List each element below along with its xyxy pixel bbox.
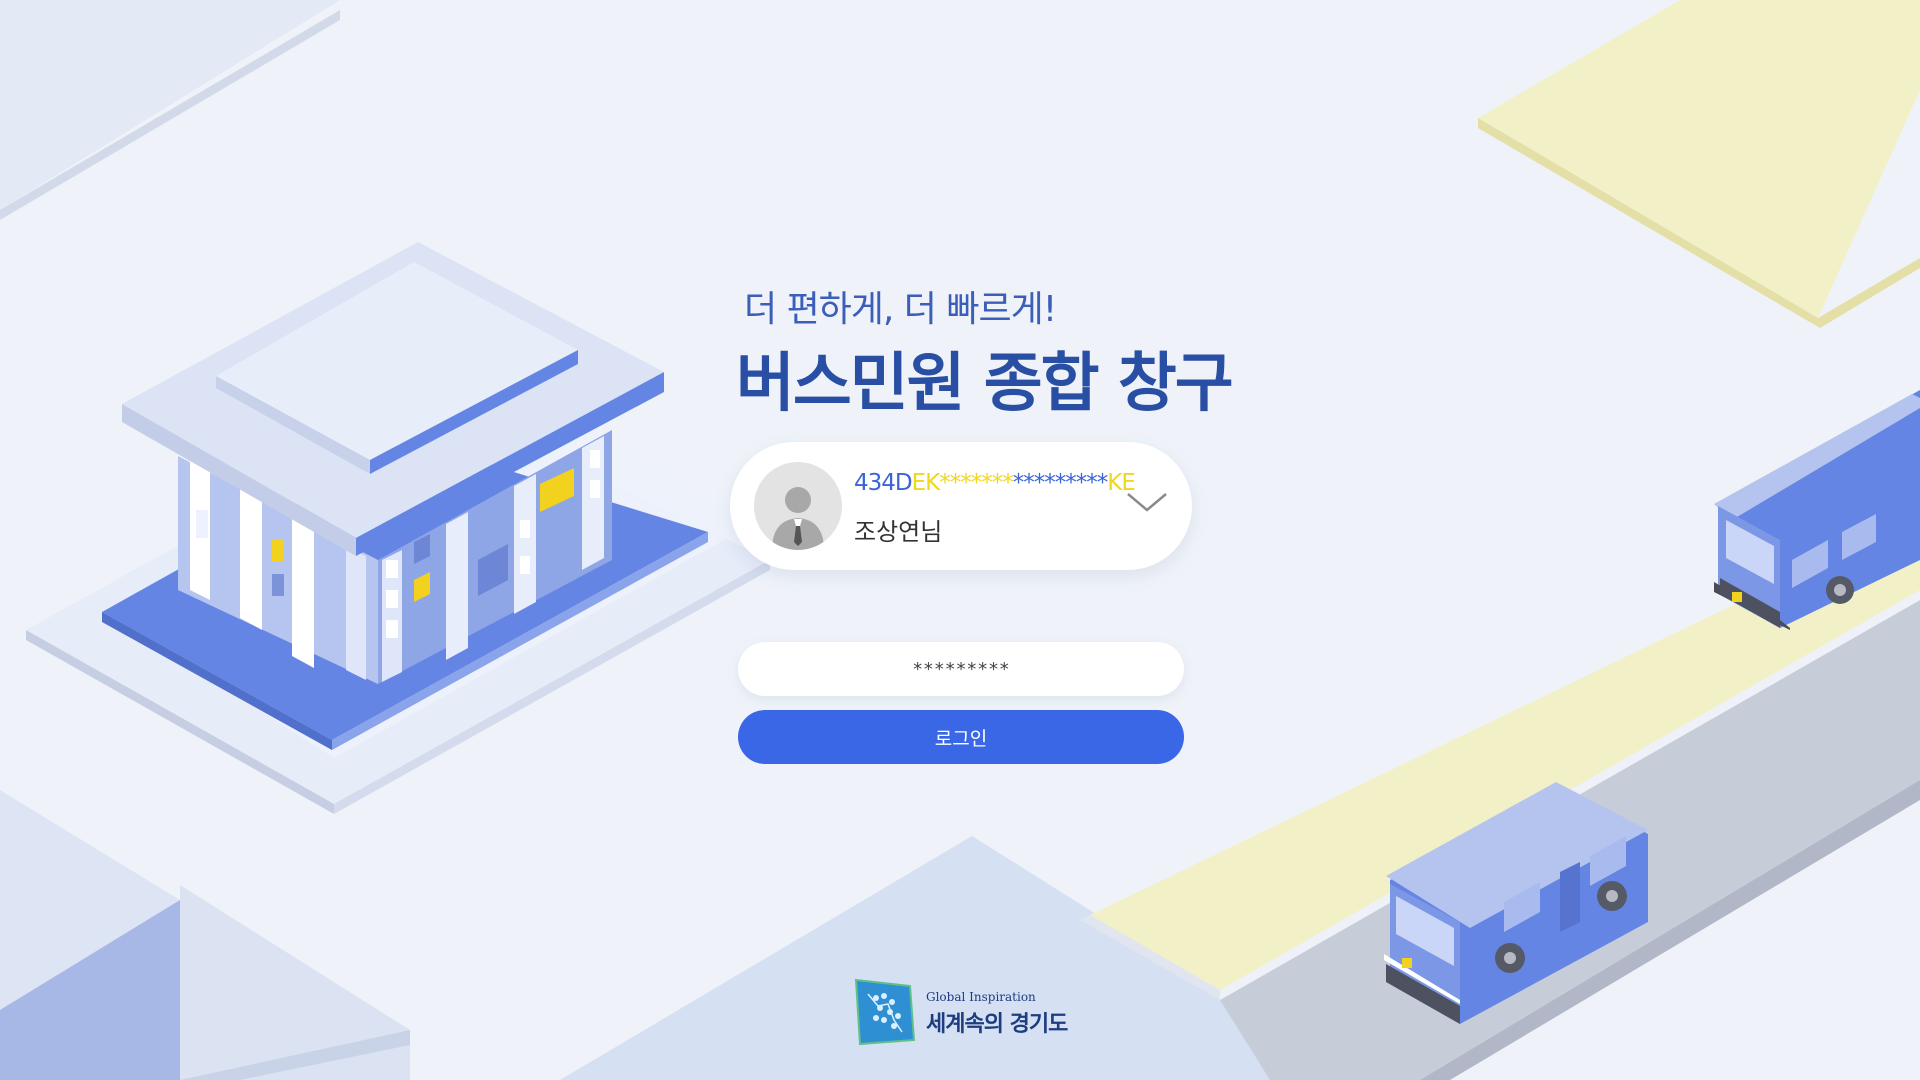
page-subtitle: 더 편하게, 더 빠르게!	[744, 289, 1057, 330]
account-id-part: 434D	[854, 470, 913, 496]
user-avatar-icon	[754, 462, 842, 550]
page-title: 버스민원 종합 창구	[736, 347, 1234, 421]
account-id: 434DEK****************KE	[854, 470, 1136, 496]
account-id-part: *******	[939, 470, 1013, 496]
top-left-block	[0, 0, 340, 210]
login-button[interactable]: 로그인	[738, 710, 1184, 764]
chevron-down-icon[interactable]	[1124, 486, 1170, 516]
account-selector[interactable]: 434DEK****************KE 조상연님	[730, 442, 1192, 570]
gyeonggi-emblem-icon	[854, 978, 916, 1046]
gyeonggi-logo: Global Inspiration 세계속의 경기도	[854, 976, 1074, 1046]
account-id-part: EK	[911, 470, 941, 496]
password-input[interactable]	[738, 642, 1184, 696]
logo-english-text: Global Inspiration	[926, 990, 1036, 1004]
logo-korean-text: 세계속의 경기도	[926, 1012, 1068, 1037]
account-name: 조상연님	[854, 518, 943, 546]
account-id-part: *********	[1012, 470, 1108, 496]
